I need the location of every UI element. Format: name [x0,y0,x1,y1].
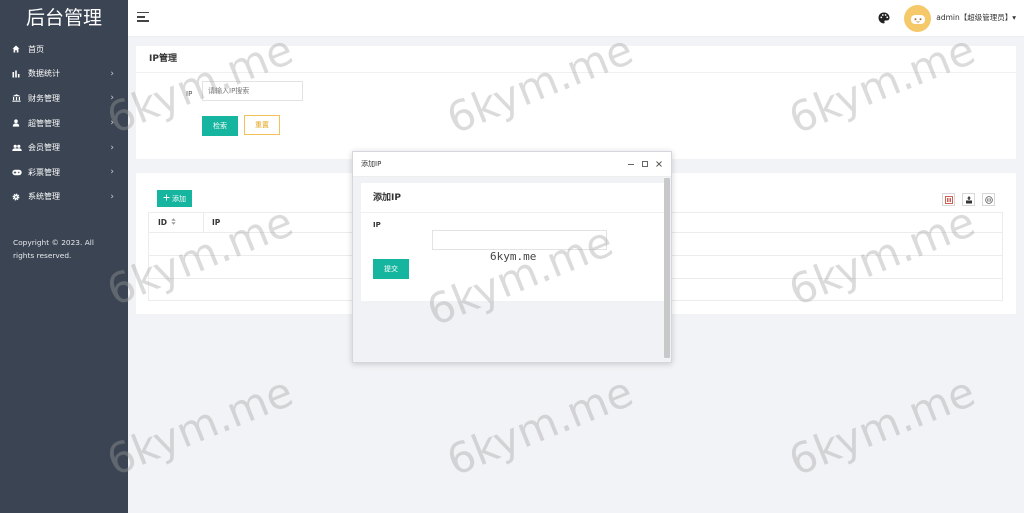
export-icon[interactable] [962,193,975,206]
chevron-right-icon: › [110,68,114,79]
sidebar-item-members[interactable]: 会员管理 › [0,135,128,160]
watermark: 6kym.me [100,366,300,486]
sidebar-item-admins[interactable]: 超管管理 › [0,111,128,136]
watermark: 6kym.me [782,366,982,486]
columns-filter-icon[interactable] [942,193,955,206]
sidebar-item-label: 财务管理 [28,93,60,103]
sidebar-item-label: 彩票管理 [28,167,60,177]
sidebar-item-lottery[interactable]: 彩票管理 › [0,160,128,185]
brand-title: 后台管理 [25,7,102,29]
top-header: admin【超级管理员】▾ [128,0,1024,37]
add-button-label: 添加 [172,195,186,203]
avatar[interactable] [904,5,931,32]
dialog-form-title: 添加IP [361,183,664,213]
home-icon [12,45,28,53]
sidebar-item-statistics[interactable]: 数据统计 › [0,62,128,87]
sidebar-item-finance[interactable]: 财务管理 › [0,86,128,111]
watermark: 6kym.me [440,366,640,486]
copyright-text: Copyright © 2023. All rights reserved. [13,238,94,260]
chevron-right-icon: › [110,167,114,178]
sidebar-item-home[interactable]: 首页 [0,37,128,62]
chevron-right-icon: › [110,93,114,104]
column-header-ip: IP [212,218,221,227]
bank-icon [12,94,28,103]
sidebar-item-label: 超管管理 [28,118,60,128]
ip-field-label: IP [373,221,381,229]
chevron-right-icon: › [110,142,114,153]
ip-search-input[interactable] [202,81,303,101]
page-title: IP管理 [136,46,1016,73]
user-icon [12,119,28,127]
sidebar-item-label: 数据统计 [28,69,60,79]
minimize-icon[interactable] [626,158,636,170]
dialog-window-title: 添加IP [361,160,382,168]
plus-icon [163,194,170,203]
submit-button[interactable]: 提交 [373,259,409,279]
sort-icon[interactable] [171,218,176,227]
print-icon[interactable] [982,193,995,206]
add-ip-dialog: 添加IP 添加IP IP 提交 [352,151,672,363]
bar-chart-icon [12,70,28,78]
user-menu[interactable]: admin【超级管理员】▾ [936,12,1016,23]
dialog-header: 添加IP [353,152,671,177]
sidebar-nav: 首页 数据统计 › 财务管理 › 超管管理 › 会员管理 › 彩票管理 › 系统… [0,37,128,209]
dialog-scrollbar[interactable] [664,178,670,358]
sidebar-item-label: 会员管理 [28,143,60,153]
menu-toggle-icon[interactable] [137,12,149,22]
search-card: IP管理 IP 检索 重置 [136,46,1016,159]
maximize-icon[interactable] [640,158,650,170]
chevron-right-icon: › [110,191,114,202]
dialog-form: 添加IP IP 提交 [361,183,664,301]
search-button[interactable]: 检索 [202,116,238,136]
palette-icon[interactable] [877,11,891,25]
gear-icon [12,193,28,201]
add-button[interactable]: 添加 [157,190,192,207]
sidebar-item-system[interactable]: 系统管理 › [0,185,128,210]
reset-button[interactable]: 重置 [244,115,280,135]
sidebar: 后台管理 首页 数据统计 › 财务管理 › 超管管理 › 会员管理 › 彩票管理… [0,0,128,513]
close-icon[interactable] [654,158,664,170]
column-header-id[interactable]: ID [149,213,204,232]
users-icon [12,144,28,152]
sidebar-item-label: 系统管理 [28,192,60,202]
chevron-right-icon: › [110,118,114,129]
ip-label: IP [186,90,193,98]
ip-field[interactable] [432,230,607,250]
gamepad-icon [12,169,28,176]
sidebar-item-label: 首页 [28,44,44,54]
